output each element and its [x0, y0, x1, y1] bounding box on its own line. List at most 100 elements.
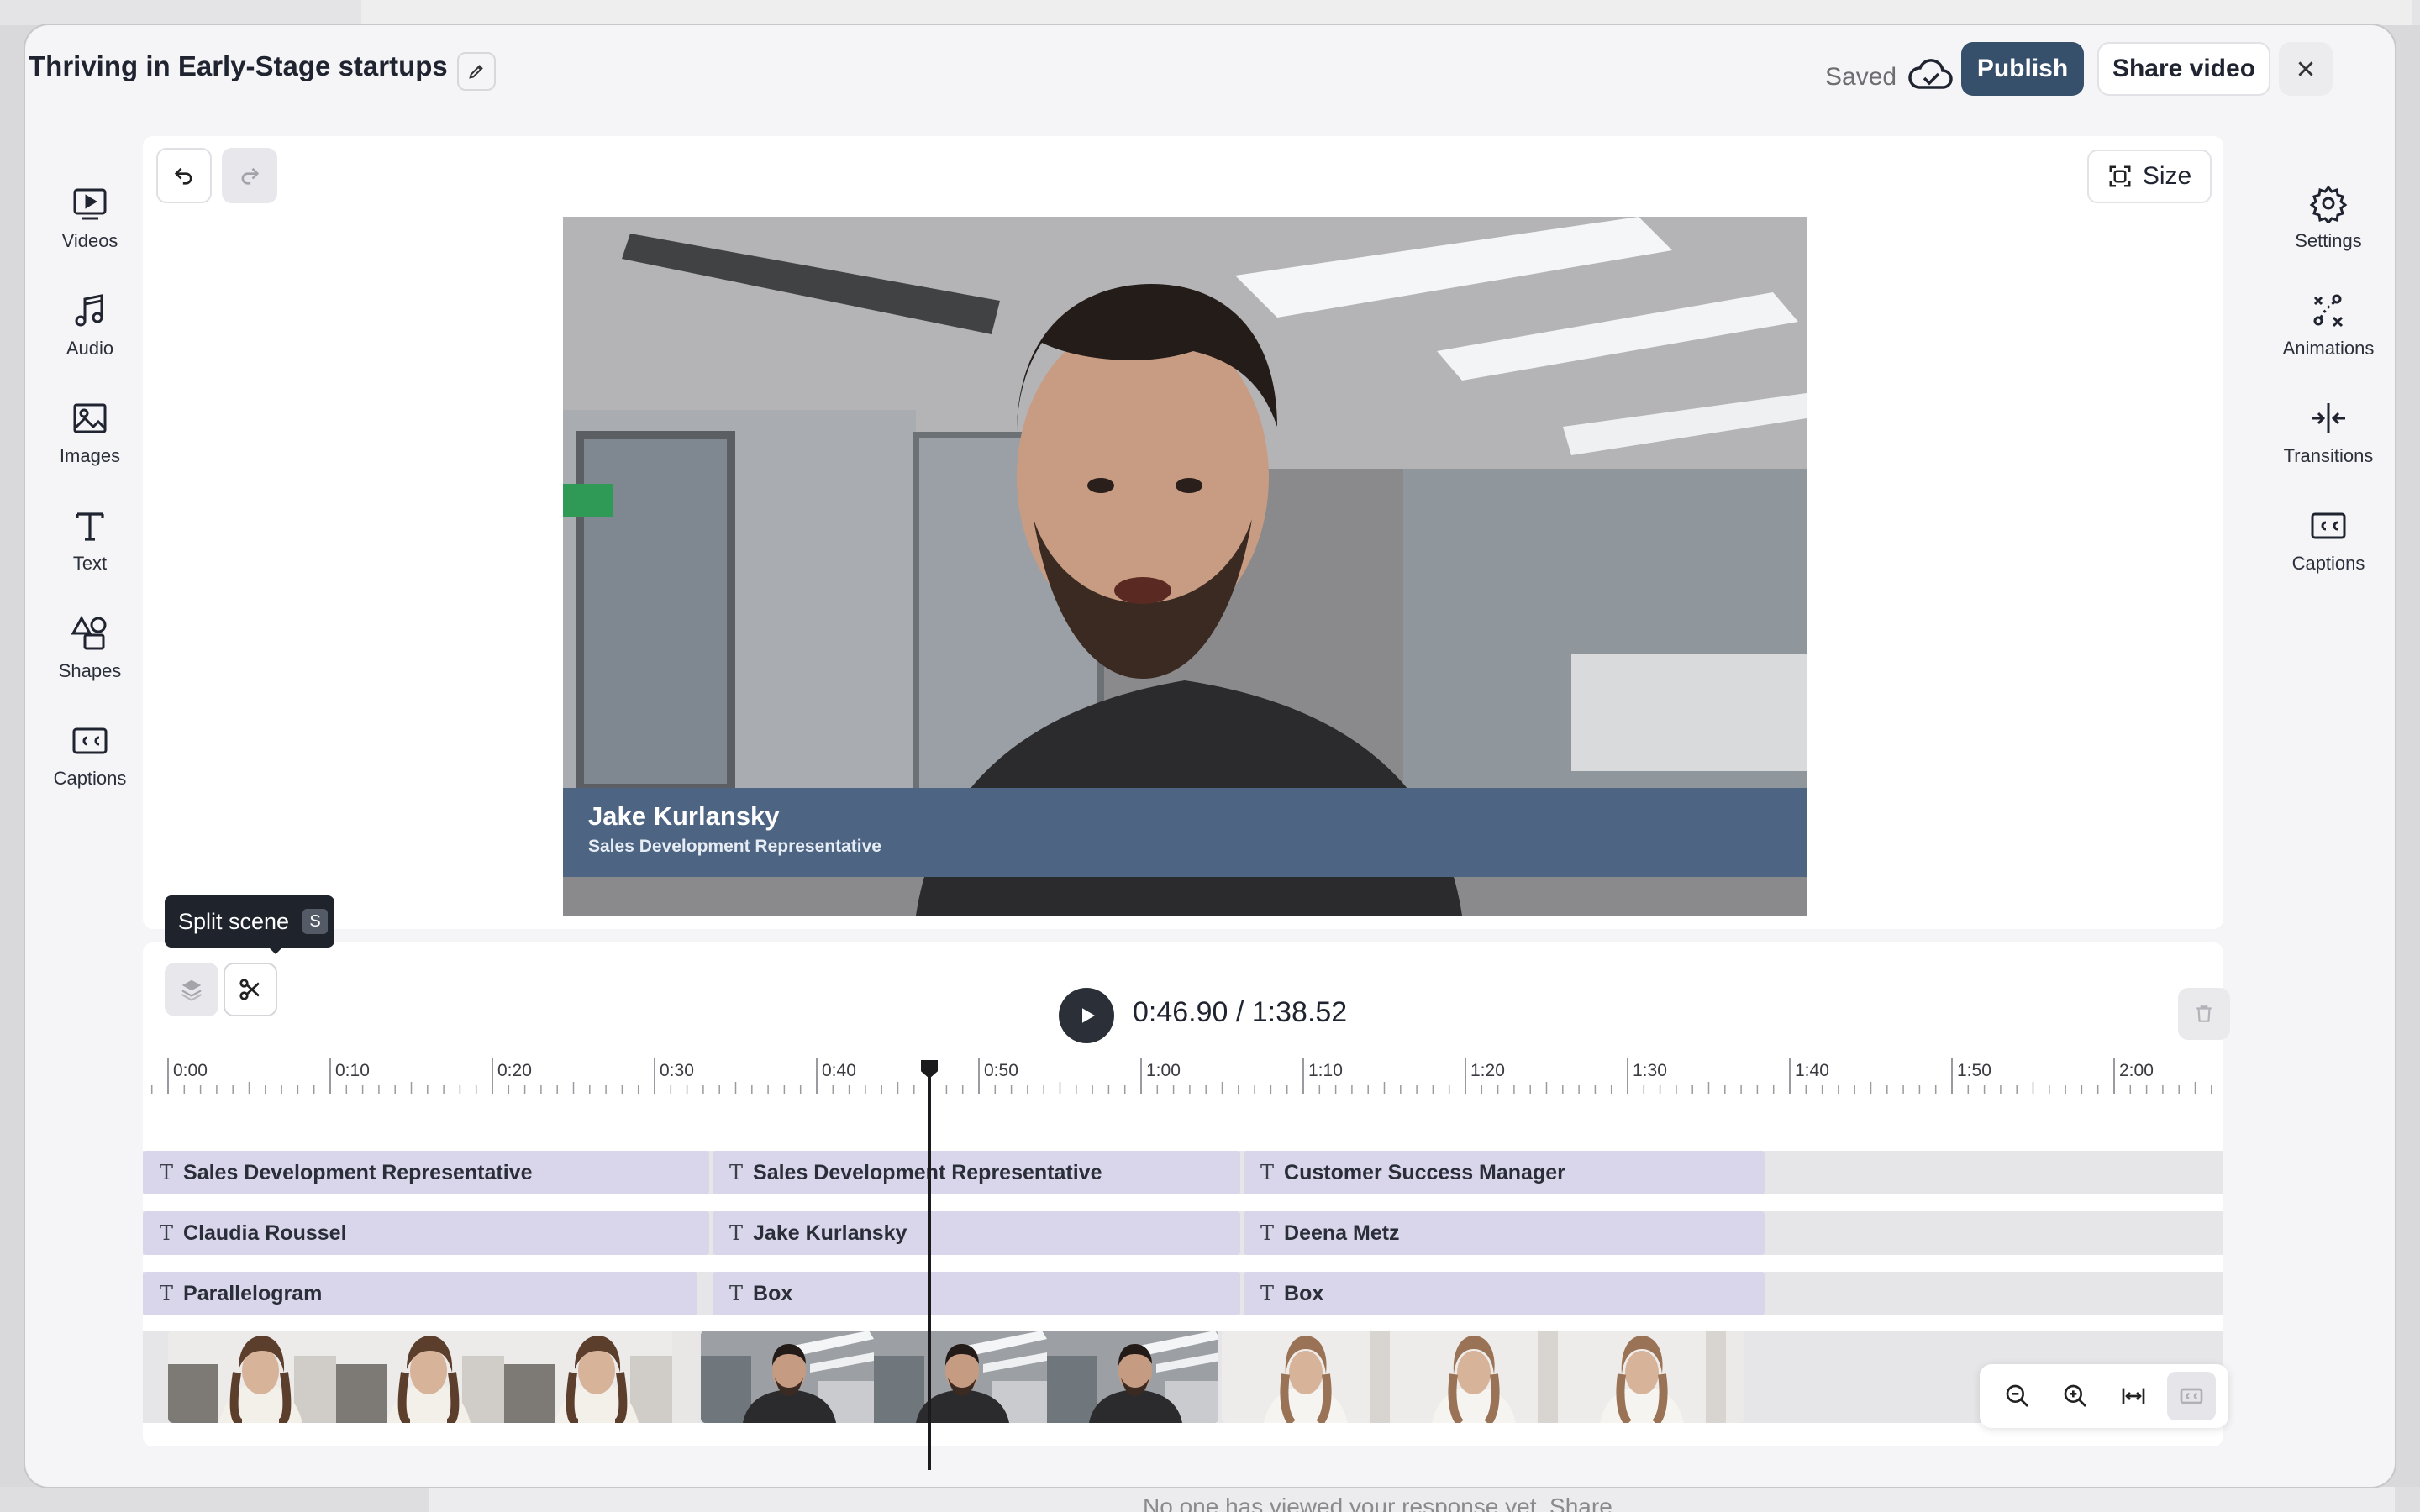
text-clip-icon: T [729, 1161, 744, 1184]
split-scene-tooltip: Split scene S [165, 895, 334, 948]
share-video-button[interactable]: Share video [2097, 42, 2270, 96]
sidebar-item-audio[interactable]: Audio [35, 284, 145, 376]
fit-width-icon [2122, 1388, 2144, 1404]
sidebar-item-label: Animations [2282, 338, 2375, 359]
zoom-in-icon [2064, 1384, 2086, 1407]
undo-button[interactable] [156, 148, 212, 203]
text-icon [76, 512, 104, 541]
play-icon [1082, 1008, 1095, 1023]
text-clip[interactable]: T Claudia Roussel [143, 1211, 709, 1255]
zoom-out-button[interactable] [1993, 1372, 2042, 1420]
cloud-check-icon [1908, 59, 1953, 89]
pencil-icon [469, 65, 483, 79]
video-clip-jake[interactable] [701, 1331, 1218, 1423]
captions-icon [72, 727, 108, 754]
text-clip-icon: T [1260, 1282, 1275, 1305]
background-app-top [0, 0, 2420, 25]
ruler-label: 0:20 [497, 1061, 532, 1080]
clip-label: Sales Development Representative [183, 1160, 533, 1184]
publish-button[interactable]: Publish [1961, 42, 2084, 96]
animations-icon [2313, 294, 2344, 328]
clip-label: Jake Kurlansky [753, 1221, 908, 1245]
size-button[interactable]: Size [2087, 150, 2212, 203]
close-button[interactable] [2279, 42, 2333, 96]
redo-button[interactable] [222, 148, 277, 203]
sidebar-item-images[interactable]: Images [35, 391, 145, 484]
tooltip-arrow [267, 946, 284, 954]
sidebar-item-animations[interactable]: Animations [2274, 284, 2383, 376]
delete-button[interactable] [2178, 988, 2230, 1040]
redo-icon [241, 167, 260, 185]
sidebar-item-text[interactable]: Text [35, 499, 145, 591]
timeline-ruler[interactable]: 0:00 0:10 0:20 0:30 0:40 0:50 1:00 1:10 1:20 1:30… [143, 1050, 2223, 1100]
video-clip-deena[interactable] [1222, 1331, 1744, 1423]
video-clip-claudia[interactable] [168, 1331, 699, 1423]
sidebar-item-label: Captions [53, 768, 127, 789]
time-display: 0:46.90 / 1:38.52 [1133, 996, 1348, 1028]
shapes-icon [71, 615, 107, 650]
lower-third-role: Sales Development Representative [588, 837, 881, 856]
ruler-label: 0:30 [660, 1061, 694, 1080]
layers-icon [182, 979, 202, 1001]
zoom-out-icon [2006, 1384, 2028, 1407]
shape-clip[interactable]: T Box [713, 1272, 1240, 1315]
sidebar-item-videos[interactable]: Videos [35, 176, 145, 269]
sidebar-item-transitions[interactable]: Transitions [2274, 391, 2383, 484]
text-clip[interactable]: T Jake Kurlansky [713, 1211, 1240, 1255]
text-clip-icon: T [729, 1282, 744, 1305]
edit-title-button[interactable] [457, 52, 496, 91]
text-clip[interactable]: T Customer Success Manager [1244, 1151, 1765, 1194]
captions-toggle-button[interactable] [2166, 1372, 2216, 1420]
transitions-icon [2312, 403, 2345, 433]
fit-timeline-button[interactable] [2109, 1372, 2158, 1420]
ruler-label: 0:10 [335, 1061, 370, 1080]
playhead-line[interactable] [928, 1063, 931, 1470]
saved-status: Saved [1825, 63, 1897, 91]
shape-clip[interactable]: T Parallelogram [143, 1272, 697, 1315]
page-title: Thriving in Early-Stage startups [29, 50, 448, 81]
sidebar-item-label: Images [59, 445, 121, 466]
clip-label: Claudia Roussel [183, 1221, 347, 1245]
play-button[interactable] [1059, 988, 1114, 1043]
video-thumbnail-strip [701, 1331, 1218, 1423]
shortcut-key: S [302, 909, 329, 934]
layers-button[interactable] [165, 963, 218, 1016]
undo-icon [174, 167, 192, 185]
text-clip-icon: T [1260, 1221, 1275, 1245]
zoom-in-button[interactable] [2051, 1372, 2100, 1420]
split-scene-button[interactable] [224, 963, 277, 1016]
sidebar-item-label: Settings [2295, 230, 2362, 251]
sidebar-item-label: Text [72, 553, 108, 574]
clip-label: Deena Metz [1284, 1221, 1400, 1245]
ruler-label: 1:10 [1308, 1061, 1343, 1080]
background-footer-text: No one has viewed your response yet. Sha… [1143, 1494, 1612, 1512]
sidebar-item-label: Captions [2291, 553, 2365, 574]
clip-label: Box [753, 1281, 793, 1305]
sidebar-item-captions-right[interactable]: Captions [2274, 499, 2383, 591]
text-clip[interactable]: T Sales Development Representative [143, 1151, 709, 1194]
sidebar-item-label: Audio [66, 338, 114, 359]
captions-icon [2311, 512, 2346, 539]
ruler-label: 1:50 [1957, 1061, 1991, 1080]
text-clip[interactable]: T Deena Metz [1244, 1211, 1765, 1255]
shape-clip[interactable]: T Box [1244, 1272, 1765, 1315]
ruler-label: 2:00 [2119, 1061, 2154, 1080]
zoom-controls [1980, 1364, 2228, 1428]
ruler-label: 0:00 [173, 1061, 208, 1080]
size-label: Size [2142, 162, 2192, 190]
sidebar-item-settings[interactable]: Settings [2274, 176, 2383, 269]
ruler-label: 0:40 [822, 1061, 856, 1080]
text-clip[interactable]: T Sales Development Representative [713, 1151, 1240, 1194]
sidebar-item-captions[interactable]: Captions [35, 714, 145, 806]
video-thumbnail-strip [1222, 1331, 1744, 1423]
audio-icon [75, 294, 103, 327]
sidebar-item-shapes[interactable]: Shapes [35, 606, 145, 699]
scissors-icon [239, 979, 260, 1000]
ruler-label: 1:40 [1795, 1061, 1829, 1080]
clip-label: Parallelogram [183, 1281, 323, 1305]
ruler-label: 1:00 [1146, 1061, 1181, 1080]
trash-icon [2196, 1005, 2212, 1022]
videos-icon [73, 188, 107, 220]
lower-third-name: Jake Kurlansky [588, 801, 780, 831]
text-clip-icon: T [160, 1282, 174, 1305]
